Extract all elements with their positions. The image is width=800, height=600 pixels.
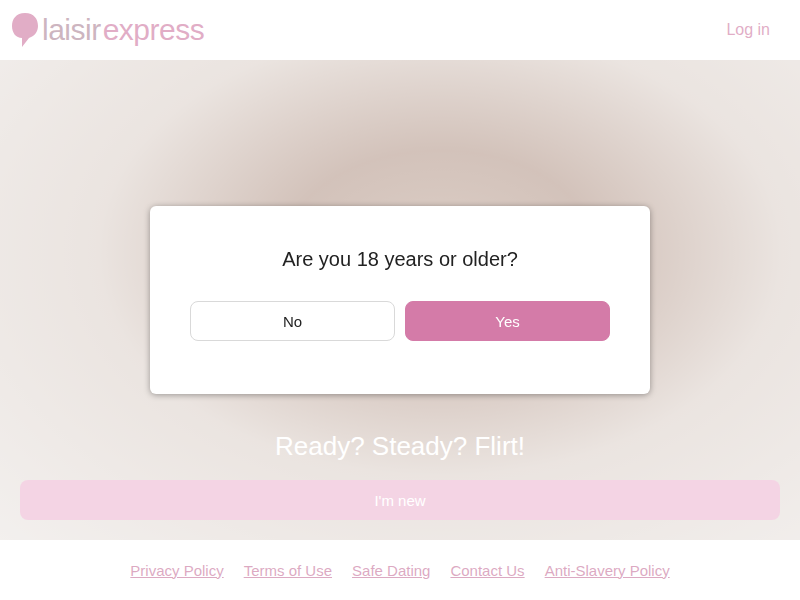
choice-button[interactable]: Yes [405,301,610,341]
dialog-buttons: NoYes [190,301,610,341]
dialog-question: Are you 18 years or older? [190,248,610,271]
choice-button[interactable]: No [190,301,395,341]
modal-overlay: Are you 18 years or older? NoYes [0,0,800,600]
age-dialog: Are you 18 years or older? NoYes [150,206,650,394]
